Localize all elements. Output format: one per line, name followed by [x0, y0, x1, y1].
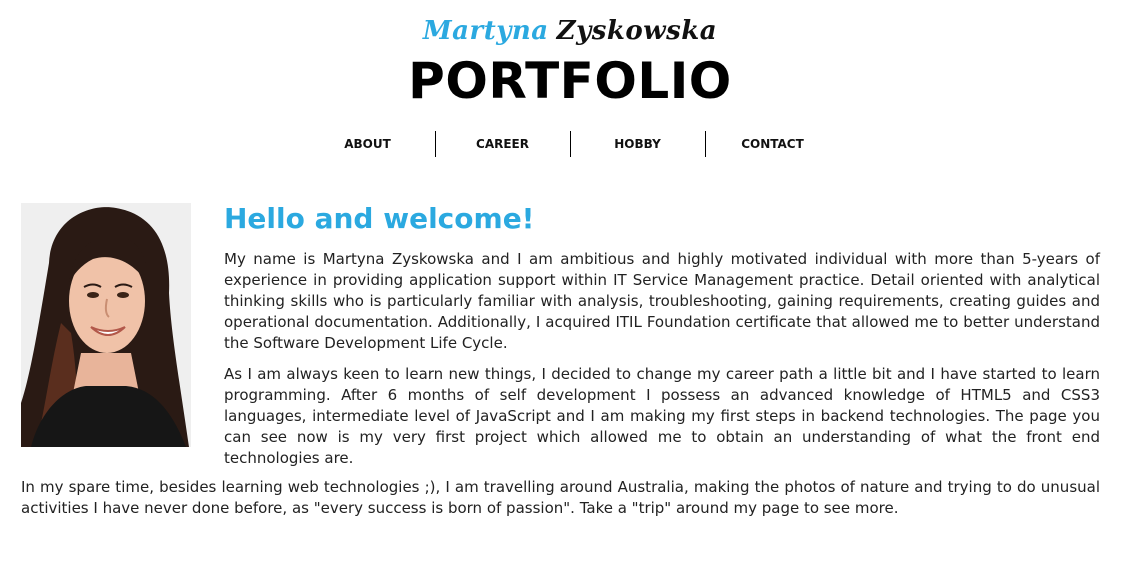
main-nav: ABOUT CAREER HOBBY CONTACT: [0, 131, 1140, 157]
brand-last-name: Zyskowska: [556, 16, 718, 46]
nav-item-career[interactable]: CAREER: [434, 131, 570, 157]
nav-item-about[interactable]: ABOUT: [301, 131, 435, 157]
page-header: Martyna Zyskowska PORTFOLIO ABOUT CAREER …: [0, 0, 1140, 157]
portrait-illustration: [21, 203, 191, 447]
profile-photo: [21, 203, 191, 447]
nav-item-hobby[interactable]: HOBBY: [569, 131, 705, 157]
hobby-paragraph: In my spare time, besides learning web t…: [21, 478, 1100, 517]
page-title: PORTFOLIO: [408, 52, 732, 110]
about-section: Hello and welcome! My name is Martyna Zy…: [0, 157, 1140, 519]
nav-item-contact[interactable]: CONTACT: [704, 131, 840, 157]
brand-name: Martyna Zyskowska: [0, 14, 1140, 48]
brand-first-name: Martyna: [422, 16, 549, 46]
